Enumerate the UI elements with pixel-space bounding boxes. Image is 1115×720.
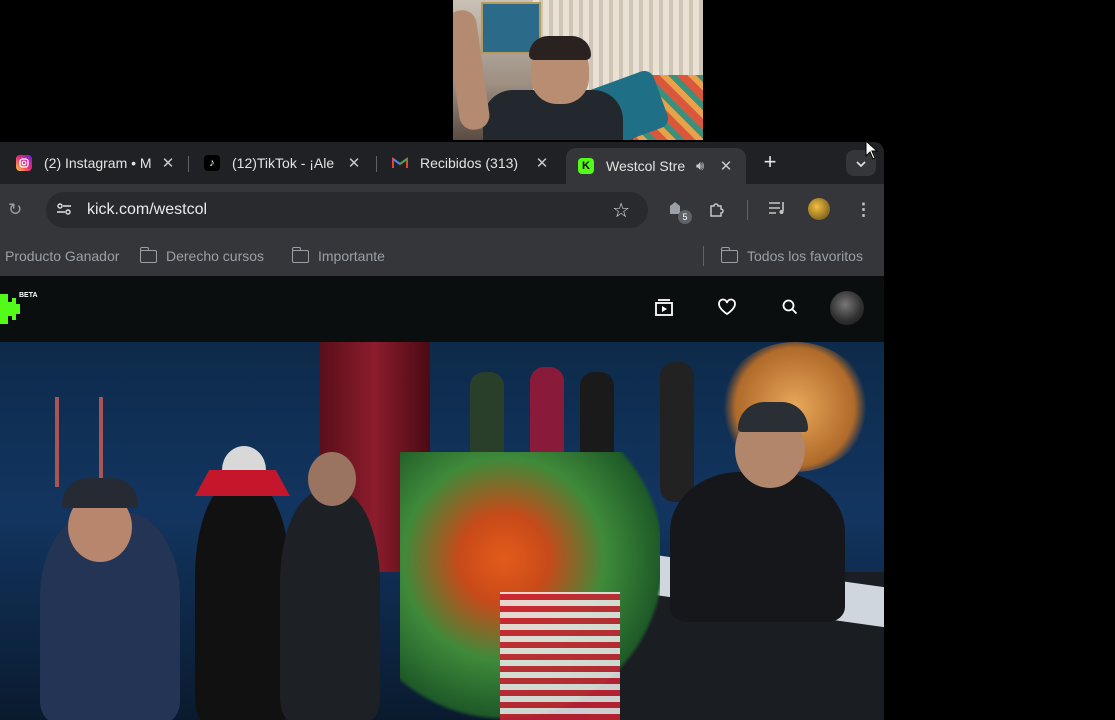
mouse-cursor-icon <box>865 139 879 165</box>
close-icon[interactable]: ✕ <box>718 157 734 175</box>
video-person-dj <box>670 472 845 622</box>
bookmark-label: Producto Ganador <box>5 248 120 264</box>
tab-title: Westcol Stre <box>606 158 686 174</box>
video-person-vampire <box>195 482 290 720</box>
site-info-icon[interactable] <box>56 201 74 219</box>
tab-instagram[interactable]: (2) Instagram • M ✕ <box>16 148 176 178</box>
browser-window: (2) Instagram • M ✕ ♪ (12)TikTok - ¡Ale … <box>0 142 884 720</box>
more-menu-icon[interactable]: ⋮ <box>855 200 872 220</box>
video-dancer <box>660 362 694 502</box>
video-cap <box>62 478 138 508</box>
video-gingham-fabric <box>500 592 620 720</box>
tab-title: (12)TikTok - ¡Ale <box>232 155 335 171</box>
bookmark-folder-derecho-cursos[interactable]: Derecho cursos <box>139 246 265 264</box>
reload-icon[interactable]: ↻ <box>8 200 22 220</box>
gmail-icon <box>392 155 408 171</box>
bookmarks-separator <box>703 246 704 266</box>
video-person <box>280 492 380 720</box>
webcam-overlay <box>453 0 703 140</box>
close-icon[interactable]: ✕ <box>346 154 362 172</box>
extension-badge: 5 <box>678 210 692 224</box>
bookmark-producto-ganador[interactable]: Producto Ganador <box>5 248 119 264</box>
tab-title: (2) Instagram • M <box>44 155 152 171</box>
folder-icon <box>720 246 738 263</box>
heart-icon[interactable] <box>717 298 737 321</box>
folder-icon <box>139 246 157 263</box>
bookmark-label: Derecho cursos <box>166 248 265 264</box>
new-tab-button[interactable]: + <box>759 151 781 174</box>
kick-icon: K <box>578 158 594 174</box>
video-vampire-collar <box>195 470 290 496</box>
video-trident-prop <box>55 397 103 487</box>
url-text[interactable]: kick.com/westcol <box>87 201 207 219</box>
search-icon[interactable] <box>781 298 799 321</box>
kick-header: BETA <box>0 276 884 342</box>
webcam-person-hair <box>529 36 591 60</box>
folder-icon <box>291 246 309 263</box>
tab-tiktok[interactable]: ♪ (12)TikTok - ¡Ale ✕ <box>204 148 362 178</box>
tab-strip: (2) Instagram • M ✕ ♪ (12)TikTok - ¡Ale … <box>0 142 884 184</box>
tab-separator <box>376 156 377 172</box>
bookmark-folder-importante[interactable]: Importante <box>291 246 385 264</box>
user-avatar[interactable] <box>830 291 864 325</box>
following-icon[interactable] <box>654 298 674 321</box>
bookmark-label: Importante <box>318 248 385 264</box>
bookmarks-bar: Producto Ganador Derecho cursos Importan… <box>0 236 884 277</box>
kick-logo-icon[interactable] <box>0 294 20 324</box>
bookmark-label: Todos los favoritos <box>747 248 863 264</box>
tab-title: Recibidos (313) <box>420 155 519 171</box>
browser-toolbar: ↻ kick.com/westcol ☆ 5 ⋮ <box>0 184 884 236</box>
video-person-head <box>308 452 356 506</box>
bookmark-all-favorites[interactable]: Todos los favoritos <box>720 246 863 264</box>
tab-separator <box>188 156 189 172</box>
close-icon[interactable]: ✕ <box>160 154 176 172</box>
tiktok-icon: ♪ <box>204 155 220 171</box>
toolbar-separator <box>747 200 748 220</box>
tab-kick-westcol[interactable]: K Westcol Stre 🔊︎ ✕ <box>566 148 746 184</box>
instagram-icon <box>16 155 32 171</box>
puzzle-icon[interactable] <box>708 200 726 223</box>
media-control-icon[interactable] <box>768 200 786 221</box>
video-cap <box>738 402 808 432</box>
address-bar[interactable]: kick.com/westcol ☆ <box>46 192 648 228</box>
speaker-icon[interactable]: 🔊︎ <box>696 158 704 174</box>
tab-gmail[interactable]: Recibidos (313) ✕ <box>392 148 550 178</box>
close-icon[interactable]: ✕ <box>534 154 550 172</box>
beta-label: BETA <box>19 292 38 299</box>
profile-avatar[interactable] <box>808 198 830 220</box>
stream-video-player[interactable] <box>0 342 884 720</box>
bookmark-star-icon[interactable]: ☆ <box>612 198 630 223</box>
